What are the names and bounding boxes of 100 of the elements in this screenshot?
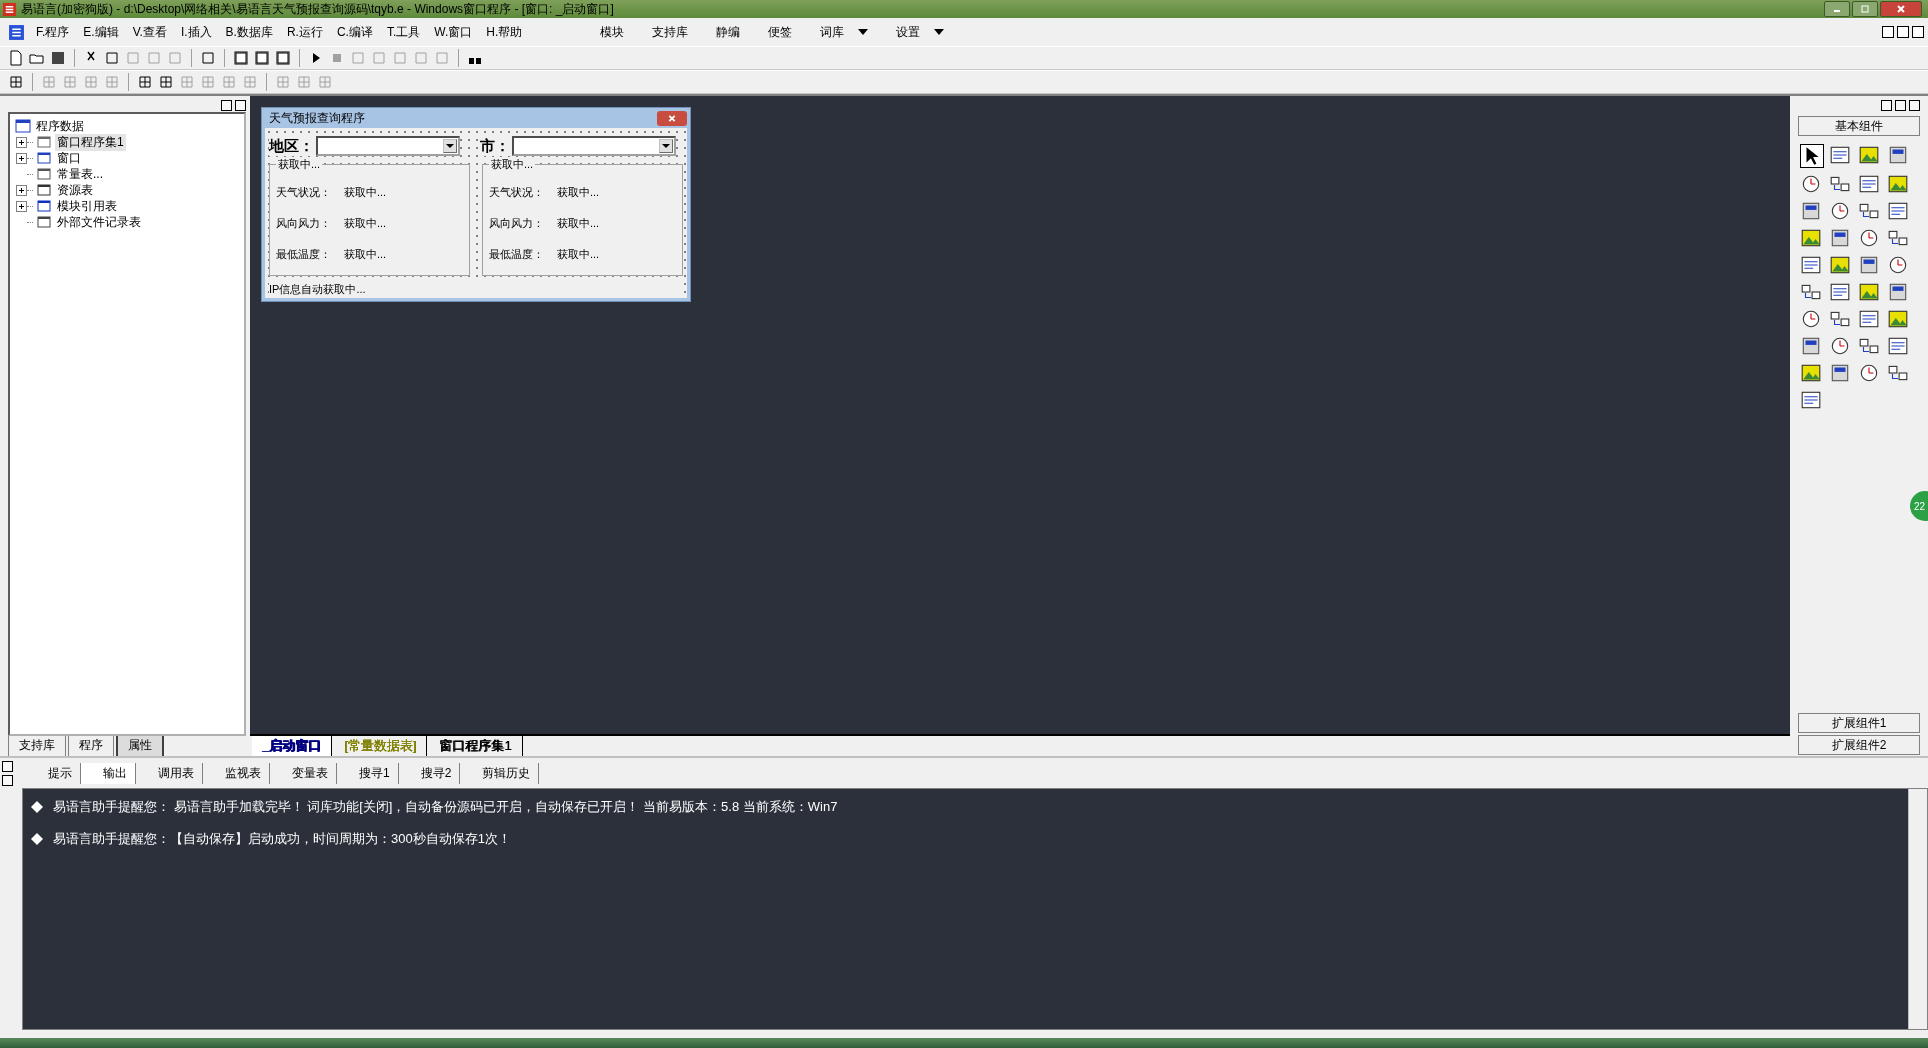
tree-item[interactable]: 窗口程序集1 [55,133,126,151]
caret-icon [446,144,454,148]
component-icon[interactable] [1829,335,1851,357]
expand-icon[interactable] [16,200,27,212]
city-label: 市： [480,136,510,156]
component-icon[interactable] [1887,335,1909,357]
component-icon[interactable] [1887,254,1909,276]
window-icon [36,150,52,166]
menu-item[interactable]: 设置 [889,23,952,41]
component-icon[interactable] [1800,362,1822,384]
menu-item[interactable]: R.运行 [279,23,330,41]
component-icon[interactable] [1829,144,1851,166]
component-icon[interactable] [1858,227,1880,249]
diamond-icon [31,833,43,845]
menu-item[interactable]: 模块 [593,23,632,41]
field-value: 获取中... [557,185,600,200]
basic-components-button[interactable]: 基本组件 [1798,116,1920,136]
close-button[interactable] [1880,1,1922,17]
menu-item[interactable]: 词库 [813,23,876,41]
maximize-button[interactable] [1852,1,1878,17]
tree-item[interactable]: 外部文件记录表 [55,213,143,231]
output-tab[interactable]: 调用表 [136,762,203,784]
expand-icon[interactable] [16,152,27,164]
output-tab[interactable]: 搜寻2 [398,762,461,784]
component-icon[interactable] [1858,144,1880,166]
caret-icon [858,29,869,35]
tree-item[interactable]: 程序数据 [34,117,86,135]
component-icon[interactable] [1858,308,1880,330]
component-icon[interactable] [1887,308,1909,330]
menu-item[interactable]: T.工具 [379,23,428,41]
field-value: 获取中... [557,216,600,231]
panel-tab[interactable]: 程序 [68,736,114,757]
tree-item[interactable]: 模块引用表 [55,197,119,215]
menu-item[interactable]: W.窗口 [427,23,480,41]
component-icon[interactable] [1887,144,1909,166]
layout-icon[interactable] [275,50,291,66]
group-title: 获取中... [489,157,536,172]
region-combobox[interactable] [316,136,460,156]
component-icon[interactable] [1800,389,1822,411]
component-icon[interactable] [1887,200,1909,222]
component-icon[interactable] [1829,281,1851,303]
log-message: 易语言助手提醒您： 易语言助手加载完毕！ 词库功能[关闭]，自动备份源码已开启，自动保存已开启！ 当前易版本：5.8 当前系统：Win7 [53,798,838,816]
document-tab[interactable]: 窗口程序集1 [429,736,523,756]
document-tab[interactable]: [常量数据表] [334,736,428,756]
menu-item[interactable]: H.帮助 [479,23,530,41]
tree-item[interactable]: 资源表 [55,181,95,199]
menu-item[interactable]: F.程序 [29,23,77,41]
tree-item[interactable]: 常量表... [55,165,105,183]
component-icon[interactable] [1858,362,1880,384]
pointer-icon[interactable] [1800,144,1824,168]
output-tab[interactable]: 变量表 [270,762,337,784]
menu-item[interactable]: C.编译 [329,23,380,41]
component-icon[interactable] [1829,200,1851,222]
component-icon[interactable] [1858,173,1880,195]
expand-icon[interactable] [16,184,27,196]
menu-item[interactable]: 静编 [709,23,748,41]
field-label: 最低温度： [276,247,332,262]
field-value: 获取中... [557,247,600,262]
app-icon [8,23,25,41]
window-title: 易语言(加密狗版) - d:\Desktop\网络相关\易语言天气预报查询源码\tqyb.e - Windows窗口程序 - [窗口: _启动窗口] [21,0,614,18]
menu-item[interactable]: V.查看 [125,23,174,41]
component-icon[interactable] [1800,200,1822,222]
menu-item[interactable]: 支持库 [645,23,696,41]
menu-item[interactable]: E.编辑 [76,23,126,41]
extension-components-button[interactable]: 扩展组件2 [1798,735,1920,755]
field-label: 天气状况： [276,185,332,200]
field-label: 风向风力： [489,216,545,231]
component-icon[interactable] [1858,254,1880,276]
menu-item[interactable]: B.数据库 [218,23,280,41]
caret-icon [934,29,945,35]
layout-icon[interactable] [254,50,270,66]
component-icon[interactable] [1858,281,1880,303]
component-icon[interactable] [1829,362,1851,384]
minimize-button[interactable] [1824,1,1850,17]
city-combobox[interactable] [512,136,676,156]
component-icon[interactable] [1829,254,1851,276]
component-icon[interactable] [1800,227,1822,249]
document-tab[interactable]: _启动窗口 [252,736,333,756]
output-tab[interactable]: 监视表 [203,762,270,784]
field-label: 最低温度： [489,247,545,262]
expand-icon[interactable] [16,136,27,148]
component-icon[interactable] [1800,254,1822,276]
component-icon[interactable] [1887,173,1909,195]
extension-components-button[interactable]: 扩展组件1 [1798,713,1920,733]
component-icon[interactable] [1887,281,1909,303]
output-tab[interactable]: 搜寻1 [337,762,399,784]
panel-tab[interactable]: 支持库 [8,736,66,757]
layout-icon[interactable] [233,50,249,66]
component-icon[interactable] [1829,227,1851,249]
output-tab[interactable]: 剪辑历史 [460,762,540,784]
output-tab[interactable]: 输出 [81,762,136,784]
component-icon[interactable] [1800,173,1822,195]
close-button[interactable] [657,110,687,126]
diamond-icon [31,801,43,813]
component-icon[interactable] [1800,335,1822,357]
menu-item[interactable]: I.插入 [173,23,219,41]
panel-tab[interactable]: 属性 [116,736,164,758]
menu-item[interactable]: 便签 [761,23,800,41]
tree-item[interactable]: 窗口 [55,149,83,167]
component-icon[interactable] [1800,308,1822,330]
